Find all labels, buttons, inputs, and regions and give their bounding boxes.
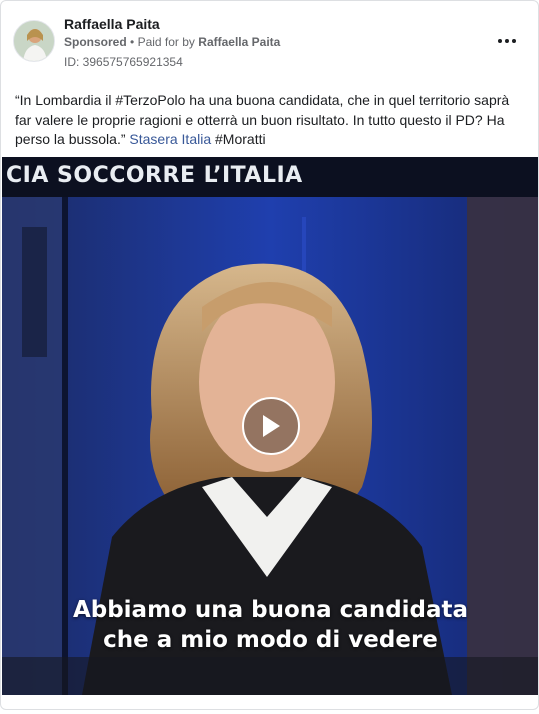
video-player[interactable]: CIA SOCCORRE L’ITALIA Abbiamo una buona … (2, 157, 538, 695)
paid-by-name[interactable]: Raffaella Paita (198, 35, 280, 49)
author-avatar[interactable] (13, 20, 55, 62)
video-subtitle-line2: che a mio modo di vedere (103, 627, 438, 653)
more-options-icon (497, 39, 518, 43)
meta-separator: • (130, 35, 138, 49)
ad-id: ID: 396575765921354 (64, 55, 183, 69)
author-name[interactable]: Raffaella Paita (64, 16, 160, 32)
video-overlay-title: CIA SOCCORRE L’ITALIA (6, 163, 303, 188)
avatar-image (14, 21, 54, 61)
caption-link[interactable]: Stasera Italia (129, 131, 211, 147)
more-options-button[interactable] (493, 31, 521, 51)
ad-card: Raffaella Paita Sponsored • Paid for by … (0, 0, 539, 710)
caption-hashtag[interactable]: #Moratti (211, 131, 266, 147)
paid-prefix: Paid for by (137, 35, 195, 49)
sponsored-line: Sponsored • Paid for by Raffaella Paita (64, 35, 280, 49)
play-icon (263, 415, 280, 437)
video-subtitle-line1: Abbiamo una buona candidata (72, 597, 469, 623)
post-caption: “In Lombardia il #TerzoPolo ha una buona… (15, 91, 525, 150)
sponsored-label: Sponsored (64, 35, 127, 49)
play-button[interactable] (242, 397, 300, 455)
